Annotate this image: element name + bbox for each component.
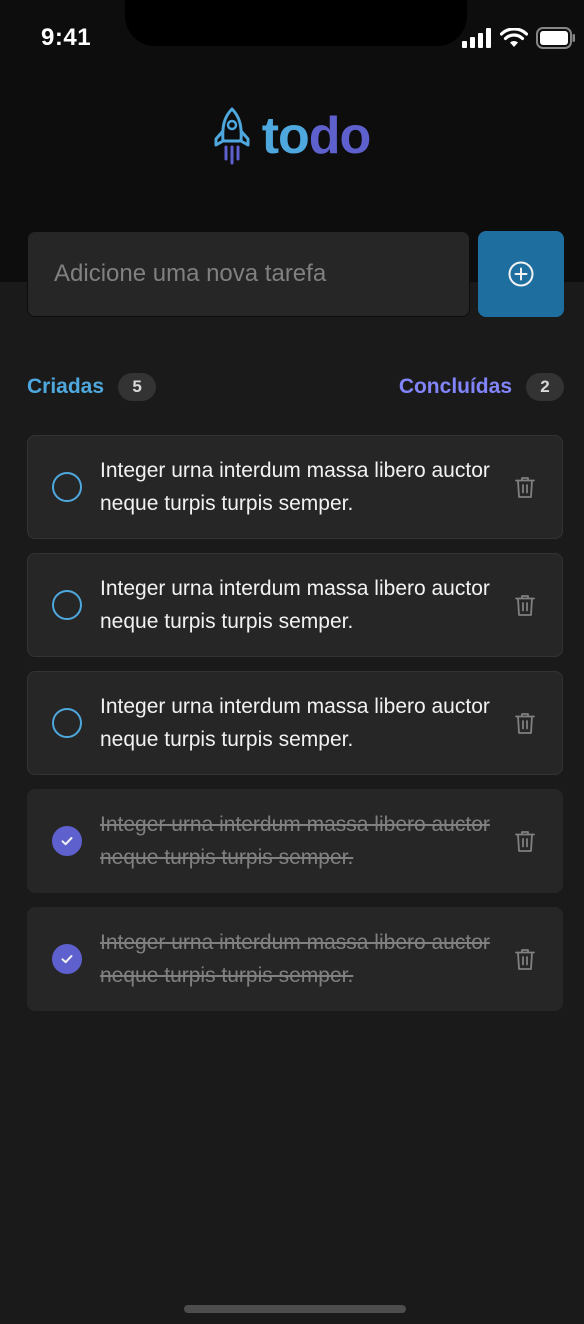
- delete-task-button[interactable]: [510, 944, 540, 974]
- task-text: Integer urna interdum massa libero aucto…: [100, 459, 490, 515]
- logo-text-to: to: [261, 107, 310, 165]
- task-text: Integer urna interdum massa libero aucto…: [100, 577, 490, 633]
- new-task-form: [27, 231, 564, 317]
- delete-task-button[interactable]: [510, 826, 540, 856]
- task-checkbox[interactable]: [52, 826, 82, 856]
- delete-task-button[interactable]: [510, 590, 540, 620]
- trash-icon: [515, 477, 535, 498]
- task-checkbox[interactable]: [52, 708, 82, 738]
- plus-circle-icon: [508, 261, 534, 287]
- trash-icon: [515, 949, 535, 970]
- delete-task-button[interactable]: [510, 472, 540, 502]
- task-item: Integer urna interdum massa libero aucto…: [27, 789, 563, 893]
- trash-icon: [515, 713, 535, 734]
- home-indicator: [184, 1305, 406, 1313]
- task-item: Integer urna interdum massa libero aucto…: [27, 671, 563, 775]
- done-label: Concluídas: [398, 375, 512, 398]
- task-item: Integer urna interdum massa libero aucto…: [27, 907, 563, 1011]
- check-icon: [61, 837, 73, 846]
- app-logo: todo: [0, 104, 584, 168]
- task-checkbox[interactable]: [52, 472, 82, 502]
- logo-text: todo: [261, 107, 372, 165]
- done-count-badge: 2: [526, 373, 564, 401]
- battery-icon: [536, 27, 575, 49]
- task-text: Integer urna interdum massa libero aucto…: [100, 695, 490, 751]
- task-counters: Criadas 5 Concluídas 2: [27, 372, 564, 402]
- trash-icon: [515, 831, 535, 852]
- task-item: Integer urna interdum massa libero aucto…: [27, 435, 563, 539]
- task-list: Integer urna interdum massa libero aucto…: [27, 435, 563, 1011]
- logo-text-do: do: [308, 107, 372, 165]
- task-checkbox[interactable]: [52, 944, 82, 974]
- task-text: Integer urna interdum massa libero aucto…: [100, 813, 490, 869]
- status-time: 9:41: [41, 24, 92, 51]
- status-icons: [462, 24, 576, 52]
- delete-task-button[interactable]: [510, 708, 540, 738]
- created-counter: Criadas 5: [27, 373, 157, 401]
- wifi-icon: [500, 28, 528, 47]
- task-checkbox[interactable]: [52, 590, 82, 620]
- task-item: Integer urna interdum massa libero aucto…: [27, 553, 563, 657]
- device-notch: [125, 0, 467, 46]
- add-task-button[interactable]: [478, 231, 564, 317]
- trash-icon: [515, 595, 535, 616]
- task-text: Integer urna interdum massa libero aucto…: [100, 931, 490, 987]
- created-count-badge: 5: [118, 373, 157, 401]
- cellular-signal-icon: [462, 28, 491, 48]
- new-task-input[interactable]: [27, 231, 470, 317]
- check-icon: [61, 955, 73, 964]
- created-label: Criadas: [27, 375, 105, 398]
- done-counter: Concluídas 2: [399, 373, 564, 401]
- rocket-icon: [214, 107, 250, 165]
